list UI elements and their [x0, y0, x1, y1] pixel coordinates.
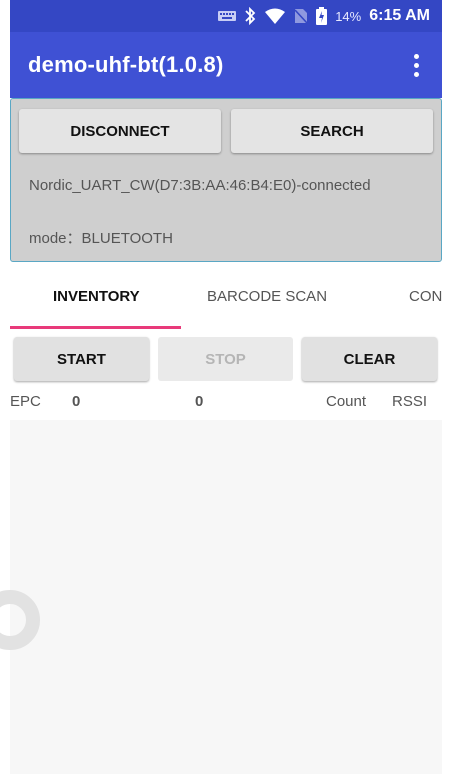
connection-panel: DISCONNECT SEARCH Nordic_UART_CW(D7:3B:A…	[10, 98, 442, 262]
bluetooth-icon	[245, 7, 256, 25]
tab-inventory[interactable]: INVENTORY	[53, 288, 140, 305]
connection-status: Nordic_UART_CW(D7:3B:AA:46:B4:E0)-connec…	[29, 177, 371, 194]
total-count: 0	[195, 393, 204, 410]
rssi-column-header: RSSI	[392, 393, 428, 410]
tab-barcode-scan[interactable]: BARCODE SCAN	[207, 288, 327, 305]
connection-mode: mode：BLUETOOTH	[29, 230, 173, 247]
disconnect-button[interactable]: DISCONNECT	[19, 109, 221, 153]
battery-percent: 14%	[335, 8, 362, 24]
tab-con[interactable]: CON	[409, 288, 442, 305]
status-bar: 14% 6:15 AM	[10, 0, 442, 32]
no-sim-icon	[294, 9, 308, 24]
stop-button[interactable]: STOP	[158, 337, 293, 381]
more-vert-icon[interactable]	[404, 50, 428, 80]
clear-button[interactable]: CLEAR	[302, 337, 437, 381]
start-button[interactable]: START	[14, 337, 149, 381]
tab-bar: INVENTORY BARCODE SCAN CON	[10, 272, 442, 330]
app-bar: demo-uhf-bt(1.0.8)	[10, 32, 442, 98]
loading-spinner-icon	[0, 590, 40, 650]
epc-list[interactable]	[0, 420, 442, 774]
count-column-header: Count	[326, 393, 367, 410]
epc-label: EPC	[10, 393, 41, 410]
tag-count: 0	[72, 393, 81, 410]
tab-indicator	[10, 326, 181, 329]
search-button[interactable]: SEARCH	[231, 109, 433, 153]
app-title: demo-uhf-bt(1.0.8)	[28, 52, 224, 77]
wifi-icon	[265, 8, 286, 24]
clock: 6:15 AM	[369, 7, 430, 24]
keyboard-icon	[218, 11, 237, 21]
battery-charging-icon	[316, 7, 328, 25]
